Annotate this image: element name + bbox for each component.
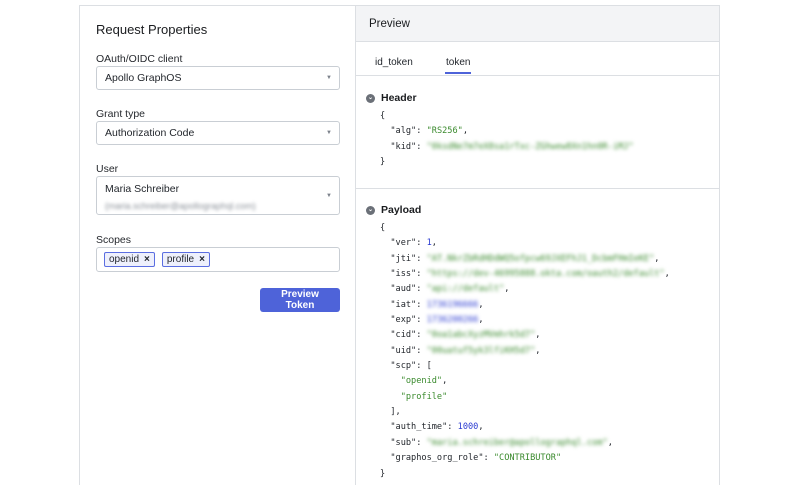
preview-title: Preview [356, 6, 719, 42]
header-section-toggle[interactable]: ⌄ Header [366, 92, 417, 104]
collapse-icon: ⌄ [366, 205, 375, 215]
collapse-icon: ⌄ [366, 93, 375, 103]
user-name: Maria Schreiber [105, 183, 180, 195]
request-properties-panel: Request Properties OAuth/OIDC client Apo… [80, 6, 356, 485]
preview-tabs: id_token token [356, 42, 719, 76]
section-divider [356, 188, 719, 189]
user-email: (maria.schreiber@apollographql.com) [105, 201, 256, 211]
tab-id-token[interactable]: id_token [375, 57, 413, 68]
payload-json: { "ver": 1, "jti": "AT.NkrZbRdHDdWQ5ofpc… [380, 223, 670, 479]
scope-chip-label: openid [109, 254, 140, 265]
client-value: Apollo GraphOS [105, 72, 182, 84]
grant-type-select[interactable]: Authorization Code ▼ [96, 121, 340, 145]
scope-chip-profile: profile × [161, 252, 210, 267]
payload-section-title: Payload [381, 204, 422, 216]
chevron-down-icon: ▼ [326, 130, 332, 136]
client-select[interactable]: Apollo GraphOS ▼ [96, 66, 340, 90]
scopes-label: Scopes [96, 234, 132, 246]
grant-type-value: Authorization Code [105, 127, 195, 139]
remove-scope-icon[interactable]: × [199, 252, 205, 267]
active-tab-indicator [445, 72, 471, 74]
user-label: User [96, 163, 119, 175]
chevron-down-icon: ▼ [326, 192, 332, 199]
tab-token[interactable]: token [446, 57, 470, 68]
client-label: OAuth/OIDC client [96, 53, 183, 65]
grant-type-label: Grant type [96, 108, 146, 120]
user-select[interactable]: Maria Schreiber (maria.schreiber@apollog… [96, 176, 340, 215]
scope-chip-openid: openid × [104, 252, 155, 267]
scope-chip-label: profile [166, 254, 195, 265]
header-json: { "alg": "RS256", "kid": "0ksdNe7m7eX8sa… [380, 111, 634, 168]
header-section-title: Header [381, 92, 417, 104]
token-preview-app: Request Properties OAuth/OIDC client Apo… [79, 5, 720, 485]
scopes-input[interactable]: openid × profile × [96, 247, 340, 272]
preview-token-button[interactable]: Preview Token [260, 288, 340, 312]
panel-title: Request Properties [96, 22, 208, 37]
preview-panel: Preview id_token token ⌄ Header { "alg":… [356, 6, 719, 485]
payload-section-toggle[interactable]: ⌄ Payload [366, 204, 421, 216]
chevron-down-icon: ▼ [326, 75, 332, 81]
remove-scope-icon[interactable]: × [144, 252, 150, 267]
